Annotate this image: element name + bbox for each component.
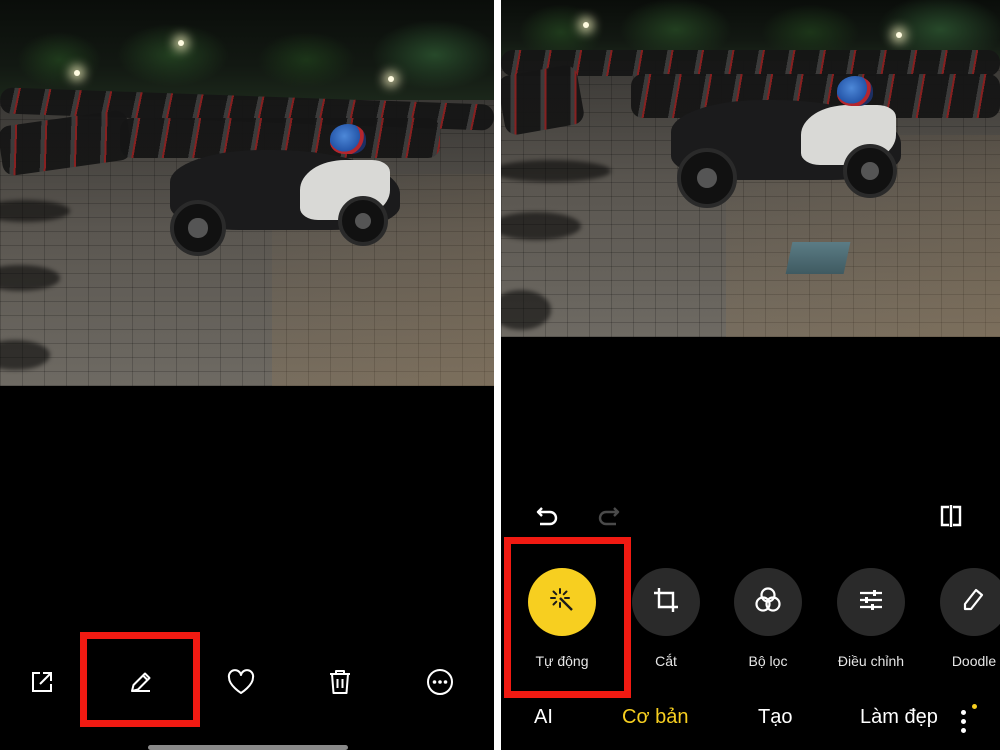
share-button[interactable] (20, 662, 64, 706)
tool-crop[interactable]: Cắt (621, 568, 711, 669)
filter-icon (753, 585, 783, 620)
home-indicator (148, 745, 348, 750)
more-menu-button[interactable] (958, 708, 968, 738)
auto-tool-highlight (504, 537, 631, 698)
edit-button-highlight (80, 632, 200, 727)
undo-button[interactable] (526, 496, 570, 540)
tool-doodle[interactable]: Doodle (929, 568, 1000, 669)
compare-button[interactable] (929, 496, 973, 540)
tool-adjust[interactable]: Điều chỉnh (826, 568, 916, 669)
sliders-icon (857, 586, 885, 619)
tool-label: Cắt (655, 653, 677, 669)
notification-dot (972, 704, 977, 709)
tab-ai[interactable]: AI (534, 706, 553, 729)
scooter (150, 124, 450, 260)
tab-basic[interactable]: Cơ bản (622, 706, 688, 729)
heart-icon (226, 668, 256, 701)
trash-icon (327, 668, 353, 701)
delete-button[interactable] (318, 662, 362, 706)
more-icon (426, 668, 454, 701)
tool-label: Điều chỉnh (837, 653, 905, 669)
undo-icon (535, 504, 561, 533)
photo-preview[interactable] (0, 0, 494, 386)
editor-mode-tabs: AI Cơ bản Tạo Làm đẹp (501, 704, 1000, 742)
tool-label: Doodle (951, 653, 997, 669)
redo-button[interactable] (586, 496, 630, 540)
tool-filter[interactable]: Bộ lọc (723, 568, 813, 669)
doodle-icon (960, 586, 988, 619)
compare-icon (938, 503, 964, 534)
share-icon (29, 669, 55, 700)
gallery-viewer-screen (0, 0, 494, 750)
crop-icon (652, 586, 680, 619)
editing-photo (501, 0, 1000, 337)
tab-create[interactable]: Tạo (758, 706, 792, 729)
scooter (661, 76, 961, 210)
tool-label: Bộ lọc (748, 653, 788, 669)
history-controls (501, 500, 1000, 536)
redo-icon (595, 504, 621, 533)
favorite-button[interactable] (219, 662, 263, 706)
more-button[interactable] (418, 662, 462, 706)
tab-beauty[interactable]: Làm đẹp (860, 706, 938, 729)
photo-action-bar (0, 650, 494, 720)
photo-editor-screen: Tự động Cắt Bộ lọc Điều chỉnh Doodle AI … (501, 0, 1000, 750)
